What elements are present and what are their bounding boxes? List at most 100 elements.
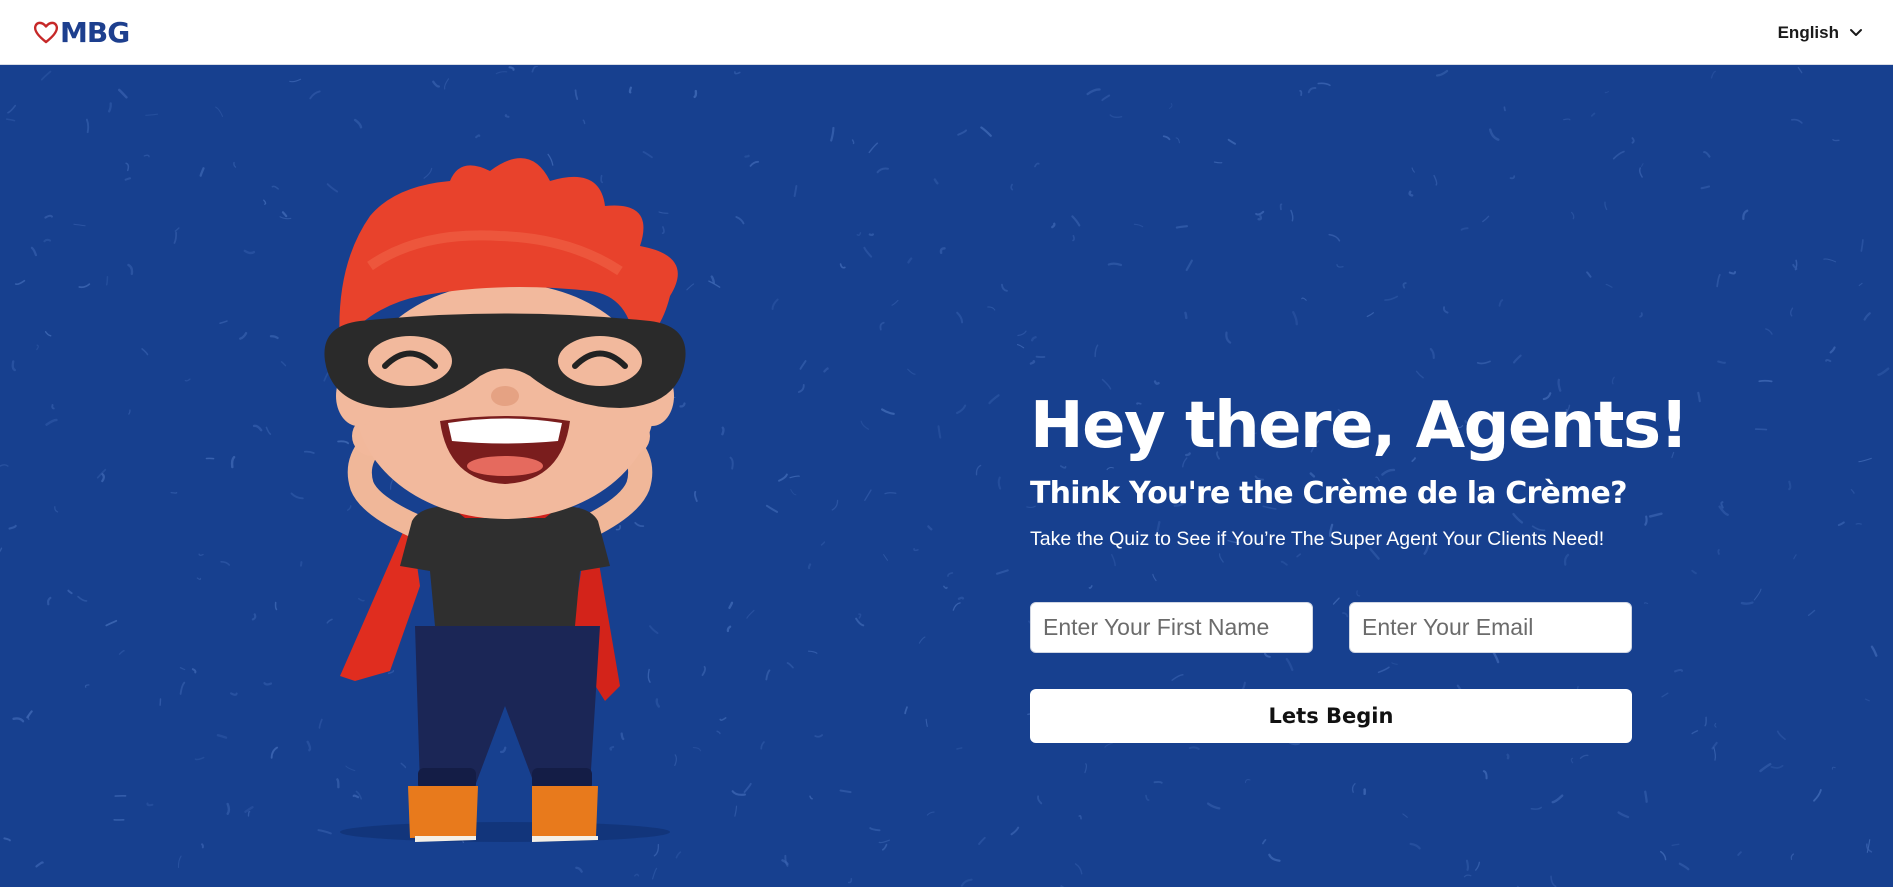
- speckle: [1850, 488, 1855, 494]
- speckle: [43, 238, 52, 243]
- speckle: [1290, 209, 1294, 222]
- speckle: [1435, 69, 1449, 77]
- speckle: [1016, 344, 1025, 349]
- speckle: [1078, 815, 1082, 820]
- speckle: [531, 66, 539, 73]
- first-name-input[interactable]: [1030, 602, 1313, 653]
- speckle: [847, 878, 853, 884]
- hero-content: Hey there, Agents! Think You're the Crèm…: [1030, 391, 1689, 743]
- speckle: [105, 619, 118, 627]
- speckle: [884, 492, 897, 495]
- speckle: [1280, 560, 1288, 566]
- speckle: [1823, 258, 1837, 263]
- speckle: [47, 596, 52, 606]
- speckle: [1377, 666, 1390, 674]
- speckle: [734, 71, 741, 75]
- speckle: [199, 167, 205, 177]
- speckle: [807, 563, 812, 570]
- signup-form: [1030, 602, 1632, 653]
- speckle: [247, 811, 251, 817]
- speckle: [823, 367, 829, 373]
- email-input[interactable]: [1349, 602, 1632, 653]
- speckle: [1671, 843, 1680, 847]
- speckle: [771, 298, 779, 311]
- speckle: [881, 408, 895, 415]
- speckle: [1678, 862, 1690, 871]
- speckle: [1691, 569, 1697, 575]
- speckle: [179, 681, 186, 695]
- speckle: [1071, 215, 1081, 227]
- speckle: [1605, 283, 1613, 288]
- speckle: [1145, 794, 1150, 801]
- speckle: [1206, 802, 1221, 810]
- language-selector[interactable]: English: [1778, 20, 1863, 46]
- speckle: [1704, 716, 1707, 727]
- site-header: MBG English: [0, 0, 1893, 65]
- speckle: [1858, 282, 1863, 287]
- speckle: [191, 668, 197, 674]
- speckle: [1409, 842, 1421, 850]
- speckle: [233, 161, 237, 168]
- speckle: [1703, 150, 1711, 158]
- speckle: [11, 360, 17, 372]
- speckle: [907, 368, 916, 375]
- speckle: [226, 802, 231, 815]
- speckle: [786, 662, 794, 669]
- speckle: [309, 90, 321, 100]
- speckle: [78, 283, 91, 289]
- speckle: [1307, 86, 1317, 94]
- lets-begin-button[interactable]: Lets Begin: [1030, 689, 1632, 743]
- speckle: [820, 541, 826, 546]
- speckle: [1864, 698, 1870, 702]
- speckle: [1713, 746, 1716, 761]
- speckle: [1837, 521, 1845, 527]
- speckle: [1225, 331, 1232, 344]
- speckle: [952, 602, 961, 611]
- speckle: [1429, 347, 1435, 360]
- speckle: [1659, 850, 1667, 861]
- speckle: [1770, 764, 1784, 769]
- speckle: [1611, 376, 1615, 385]
- speckle: [978, 836, 986, 845]
- speckle: [141, 348, 149, 356]
- speckle: [582, 119, 586, 125]
- speckle: [956, 311, 964, 324]
- speckle: [1411, 167, 1415, 173]
- speckle: [891, 299, 899, 306]
- speckle: [1109, 114, 1123, 119]
- speckle: [1717, 360, 1726, 364]
- speckle: [118, 650, 125, 655]
- speckle: [1262, 838, 1267, 845]
- speckle: [799, 360, 807, 370]
- speckle: [44, 331, 52, 337]
- speckle: [105, 276, 109, 286]
- speckle: [270, 746, 279, 759]
- speckle: [1101, 94, 1111, 102]
- speckle: [73, 223, 86, 227]
- speckle: [124, 177, 132, 181]
- speckle: [883, 553, 889, 561]
- speckle: [1790, 853, 1795, 861]
- speckle: [1268, 853, 1281, 862]
- speckle: [781, 859, 789, 866]
- speckle: [869, 827, 881, 832]
- speckle: [184, 378, 191, 382]
- speckle: [117, 88, 128, 99]
- speckle: [432, 80, 441, 88]
- logo[interactable]: MBG: [33, 15, 130, 49]
- speckle: [809, 795, 813, 800]
- speckle: [997, 476, 1002, 490]
- speckle: [1776, 730, 1786, 741]
- speckle: [1218, 553, 1224, 563]
- speckle: [1301, 297, 1307, 301]
- speckle: [289, 78, 302, 83]
- speckle: [1010, 826, 1020, 836]
- speckle: [1506, 753, 1510, 760]
- speckle: [85, 118, 90, 134]
- speckle: [35, 861, 44, 868]
- speckle: [128, 409, 131, 415]
- speckle: [575, 866, 583, 873]
- speckle: [279, 216, 292, 220]
- speckle: [881, 843, 888, 851]
- speckle: [1791, 118, 1803, 124]
